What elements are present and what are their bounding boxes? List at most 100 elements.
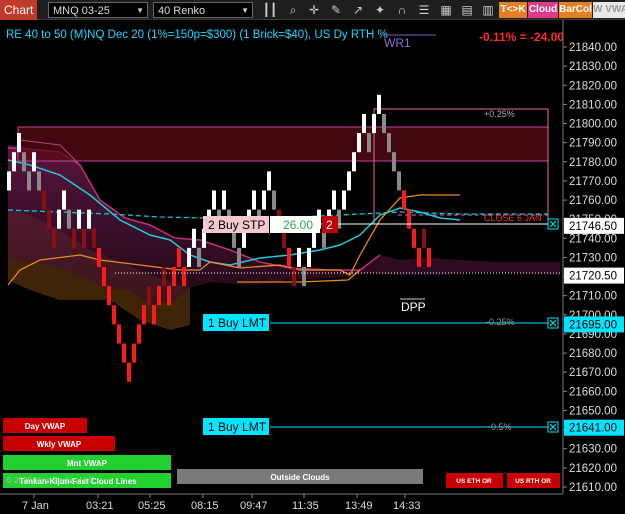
outside-clouds-button[interactable]: Outside Clouds [177,469,423,484]
renko-brick [347,171,351,191]
renko-brick [417,247,421,267]
chart-toolbar: Chart MNQ 03-25 ▼ 40 Renko ▼ ┃┃ ⌕ ✛ ✎ ↗ … [0,0,625,20]
renko-brick [212,190,216,210]
magnet-icon[interactable]: ∩ [394,2,410,18]
renko-brick [92,228,96,248]
pct-top-label: +0.25% [484,109,515,119]
buy-lmt-order-1[interactable]: 1 Buy LMT [203,314,269,331]
price-tick-label: 21710.00 [569,291,617,303]
copyright-label: © 2025 NinjaTrader, LLC [6,476,95,485]
renko-brick [177,247,181,267]
renko-brick [27,171,31,191]
dpp-label: DPP [401,300,426,314]
time-tick-label: 7 Jan [22,500,49,512]
price-tick-label: 21670.00 [569,367,617,379]
renko-brick [397,171,401,191]
renko-brick [77,209,81,229]
time-tick-label: 08:15 [191,500,219,512]
vwap-button[interactable]: W VWAV [593,2,625,18]
price-tick-label: 21680.00 [569,348,617,360]
chevron-down-icon: ▼ [241,6,249,15]
list-icon[interactable]: ☰ [416,2,432,18]
close-order-icon[interactable] [547,218,559,230]
renko-brick [157,286,161,306]
price-tick-label: 21660.00 [569,386,617,398]
renko-brick [382,113,386,134]
price-tick-label: 21820.00 [569,80,617,92]
renko-brick [427,247,431,267]
close-order-icon[interactable] [547,317,559,329]
renko-brick [37,171,41,191]
price-tick-label: 21790.00 [569,138,617,150]
wkly-vwap-button[interactable]: Wkly VWAP [3,436,115,451]
arrow-up-icon[interactable]: ↗ [350,2,366,18]
mnt-vwap-button[interactable]: Mnt VWAP [3,455,171,470]
pct-m05-label: -0.5% [488,422,512,432]
buy-stp-pl: 26.00 [283,218,313,232]
price-marker-label: 21695.00 [569,319,617,331]
renko-brick [127,362,131,382]
renko-brick [377,94,381,114]
renko-brick [137,324,141,344]
tiles-icon[interactable]: ▤ [459,2,475,18]
resistance-zone [17,126,549,162]
price-axis[interactable]: 21840.00 21830.00 21820.00 21810.00 21800.00… [563,42,624,494]
chevron-down-icon: ▼ [136,6,144,15]
price-tick-label: 21810.00 [569,99,617,111]
chart-area[interactable]: +0.25% CLOSE 6 JAN -0.25% -0.5% 2 Buy ST… [0,20,625,514]
renko-brick [102,267,106,287]
time-axis[interactable]: 7 Jan 03:21 05:25 08:15 09:47 11:35 13:49 14:33 [22,494,421,512]
renko-brick [107,286,111,306]
price-marker-label: 21720.50 [569,271,617,283]
renko-brick [112,305,116,325]
chart-tab[interactable]: Chart [0,0,37,20]
cloud-button[interactable]: Cloud [528,2,558,18]
renko-brick [197,247,201,267]
renko-brick [292,267,296,287]
renko-brick [222,190,226,210]
renko-brick [147,286,151,306]
renko-brick [152,305,156,325]
buy-lmt-order-2[interactable]: 1 Buy LMT [203,418,269,435]
buy-stp-order[interactable]: 2 Buy STP 26.00 2 [203,216,338,233]
renko-brick [172,267,176,287]
price-tick-label: 21830.00 [569,61,617,73]
buy-lmt-1-label: 1 Buy LMT [208,316,267,330]
svg-text:Day VWAP: Day VWAP [25,422,66,431]
renko-brick [12,152,16,172]
price-marker-label: 21641.00 [569,423,617,435]
renko-brick [87,209,91,229]
renko-brick [342,190,346,210]
renko-brick [142,305,146,325]
day-vwap-button[interactable]: Day VWAP [3,418,87,433]
barcol-button[interactable]: BarCol [559,2,592,18]
crosshair-icon[interactable]: ✛ [306,2,322,18]
tk-button[interactable]: T<>K [499,2,527,18]
us-eth-or-button[interactable]: US ETH OR [446,473,503,488]
wand-icon[interactable]: ✦ [372,2,388,18]
bars-icon[interactable]: ┃┃ [262,2,278,18]
svg-text:US RTH OR: US RTH OR [515,478,551,485]
renko-brick [7,171,11,191]
close-order-icon[interactable] [547,421,559,433]
renko-brick [287,247,291,267]
renko-brick [412,228,416,248]
renko-brick [67,209,71,229]
price-tick-label: 21620.00 [569,463,617,475]
magnify-icon[interactable]: ⌕ [285,2,301,18]
renko-brick [122,343,126,363]
renko-brick [117,324,121,344]
time-tick-label: 05:25 [138,500,166,512]
chart-header: RE 40 to 50 (M)NQ Dec 20 (1%=150p=$300) … [6,29,388,41]
price-tick-label: 21800.00 [569,119,617,131]
pencil-icon[interactable]: ✎ [328,2,344,18]
renko-brick [237,247,241,267]
instrument-selector[interactable]: MNQ 03-25 ▼ [48,2,148,18]
grid-icon[interactable]: ▦ [438,2,454,18]
buy-stp-label: 2 Buy STP [208,218,265,232]
bars2-icon[interactable]: ▥ [480,2,496,18]
us-rth-or-button[interactable]: US RTH OR [507,473,560,488]
renko-brick [132,343,136,363]
bar-type-selector[interactable]: 40 Renko ▼ [153,2,253,18]
svg-text:US ETH OR: US ETH OR [456,478,492,485]
